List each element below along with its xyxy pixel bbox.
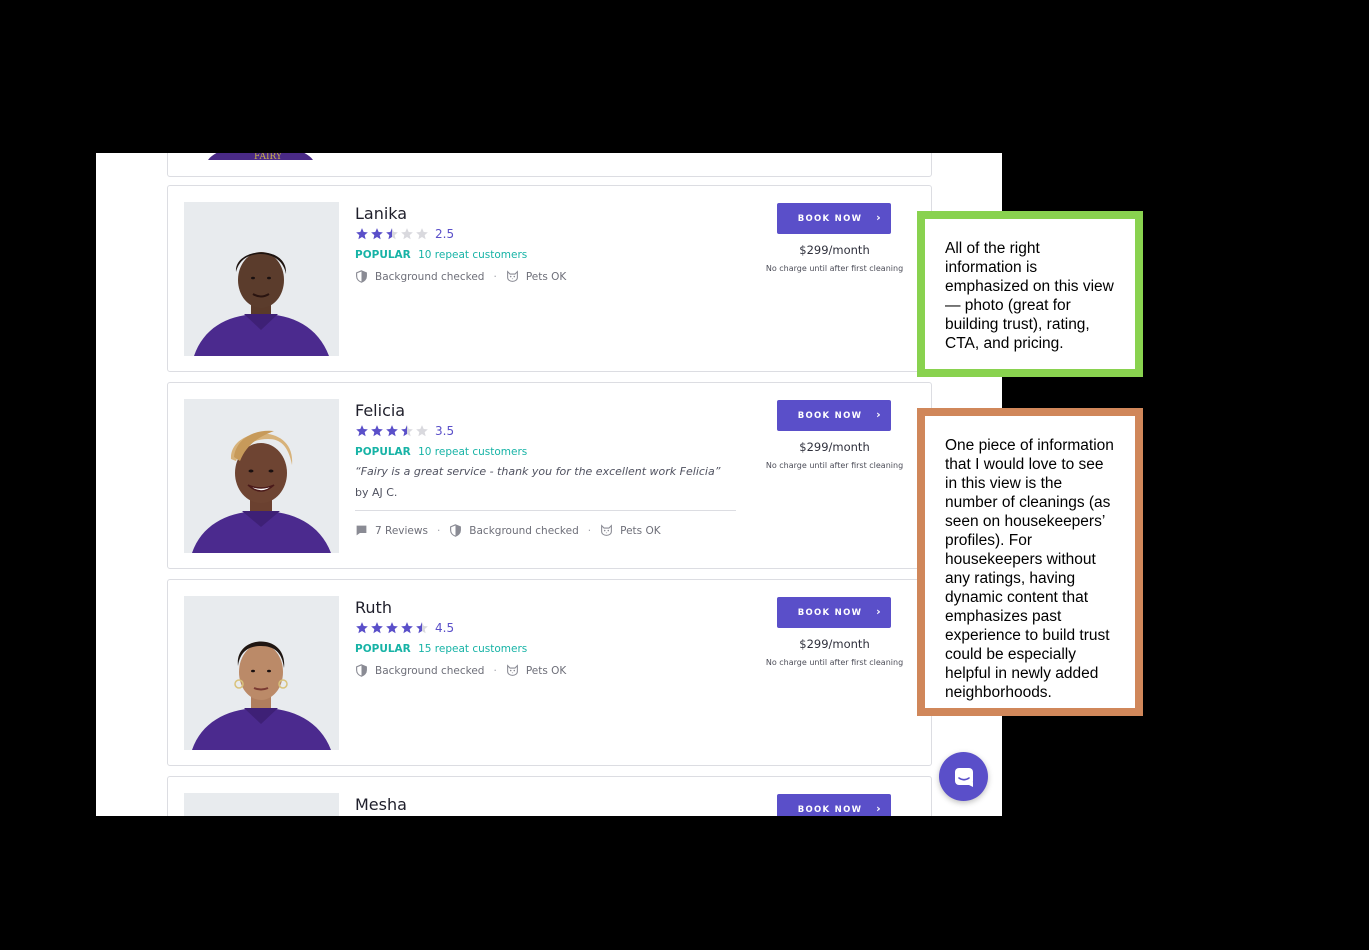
rating: 4.5 bbox=[355, 620, 454, 636]
star-icon bbox=[415, 424, 429, 438]
book-now-button[interactable]: BOOK NOW › bbox=[777, 794, 891, 816]
star-icon bbox=[370, 227, 384, 241]
housekeeper-card[interactable]: Lanika 2.5 POPULAR 10 repeat customers B… bbox=[167, 185, 932, 372]
star-icon bbox=[355, 227, 369, 241]
housekeeper-card[interactable]: Mesha BOOK NOW › bbox=[167, 776, 932, 816]
star-icon bbox=[415, 227, 429, 241]
book-now-button[interactable]: BOOK NOW › bbox=[777, 597, 891, 628]
star-icon bbox=[415, 621, 429, 635]
book-now-label: BOOK NOW bbox=[797, 213, 863, 224]
cat-icon bbox=[600, 524, 613, 537]
popular-badge: POPULAR bbox=[355, 249, 411, 261]
chat-icon bbox=[954, 767, 973, 787]
separator: · bbox=[436, 524, 441, 537]
badges: Background checked · Pets OK bbox=[355, 270, 566, 283]
book-now-button[interactable]: BOOK NOW › bbox=[777, 400, 891, 431]
price: $299/month bbox=[799, 637, 870, 651]
housekeeper-photo bbox=[184, 793, 339, 816]
review-author: by AJ C. bbox=[355, 486, 398, 499]
shield-icon bbox=[355, 664, 368, 677]
rating: 3.5 bbox=[355, 423, 454, 439]
chevron-right-icon: › bbox=[876, 211, 882, 224]
pets-ok: Pets OK bbox=[525, 270, 567, 283]
star-icon bbox=[400, 424, 414, 438]
review-text: “Fairy is a great service - thank you fo… bbox=[355, 465, 721, 478]
housekeeper-photo bbox=[184, 202, 339, 356]
background-checked: Background checked bbox=[375, 664, 485, 677]
housekeeper-card[interactable]: Ruth 4.5 POPULAR 15 repeat customers Bac… bbox=[167, 579, 932, 766]
repeat-customers: 10 repeat customers bbox=[418, 446, 528, 458]
rating-value: 4.5 bbox=[435, 621, 455, 635]
rating: 2.5 bbox=[355, 226, 454, 242]
star-icon bbox=[400, 227, 414, 241]
reviews-link[interactable]: 7 Reviews bbox=[375, 525, 428, 537]
pets-ok: Pets OK bbox=[525, 664, 567, 677]
housekeeper-name[interactable]: Mesha bbox=[355, 795, 407, 814]
housekeeper-photo bbox=[184, 596, 339, 750]
star-icon bbox=[370, 424, 384, 438]
background-checked: Background checked bbox=[469, 524, 579, 537]
separator: · bbox=[493, 270, 497, 283]
book-now-label: BOOK NOW bbox=[797, 804, 863, 815]
separator: · bbox=[493, 664, 497, 677]
chevron-right-icon: › bbox=[876, 802, 882, 815]
price: $299/month bbox=[799, 243, 870, 257]
popular-line: POPULAR 10 repeat customers bbox=[355, 446, 527, 458]
star-icon bbox=[400, 621, 414, 635]
cat-icon bbox=[506, 664, 519, 677]
annotation-note-suggestion: One piece of information that I would lo… bbox=[917, 408, 1143, 716]
star-icon bbox=[385, 621, 399, 635]
badges: Background checked · Pets OK bbox=[355, 664, 566, 677]
annotation-note-positive: All of the right information is emphasiz… bbox=[917, 211, 1143, 377]
housekeeper-name[interactable]: Ruth bbox=[355, 598, 392, 617]
no-charge-note: No charge until after first cleaning bbox=[765, 264, 904, 273]
rating-value: 2.5 bbox=[435, 227, 455, 241]
popular-line: POPULAR 15 repeat customers bbox=[355, 643, 527, 655]
divider bbox=[355, 510, 736, 511]
book-now-label: BOOK NOW bbox=[797, 410, 863, 421]
shield-icon bbox=[355, 270, 368, 283]
popular-line: POPULAR 10 repeat customers bbox=[355, 249, 527, 261]
svg-text:FAIRY: FAIRY bbox=[254, 153, 283, 160]
listing-screen: FAIRY Lanika 2.5 POPULAR 10 repeat custo… bbox=[96, 153, 1002, 816]
annotation-text: One piece of information that I would lo… bbox=[945, 437, 1114, 701]
chevron-right-icon: › bbox=[876, 408, 882, 421]
chat-launcher-button[interactable] bbox=[939, 752, 988, 801]
housekeeper-card[interactable]: Felicia 3.5 POPULAR 10 repeat customers … bbox=[167, 382, 932, 569]
photo-partial: FAIRY bbox=[188, 153, 333, 160]
annotation-text: All of the right information is emphasiz… bbox=[945, 240, 1114, 352]
housekeeper-name[interactable]: Felicia bbox=[355, 401, 405, 420]
badges: 7 Reviews · Background checked · Pets OK bbox=[355, 524, 661, 537]
rating-value: 3.5 bbox=[435, 424, 455, 438]
no-charge-note: No charge until after first cleaning bbox=[765, 658, 904, 667]
star-icon bbox=[355, 621, 369, 635]
repeat-customers: 10 repeat customers bbox=[418, 249, 528, 261]
star-icon bbox=[355, 424, 369, 438]
housekeeper-name[interactable]: Lanika bbox=[355, 204, 407, 223]
popular-badge: POPULAR bbox=[355, 643, 411, 655]
popular-badge: POPULAR bbox=[355, 446, 411, 458]
listing-card-partial: FAIRY bbox=[167, 153, 932, 177]
price: $299/month bbox=[799, 440, 870, 454]
background-checked: Background checked bbox=[375, 270, 485, 283]
star-icon bbox=[370, 621, 384, 635]
book-now-label: BOOK NOW bbox=[797, 607, 863, 618]
housekeeper-photo bbox=[184, 399, 339, 553]
comment-icon bbox=[355, 524, 368, 537]
repeat-customers: 15 repeat customers bbox=[418, 643, 528, 655]
chevron-right-icon: › bbox=[876, 605, 882, 618]
star-icon bbox=[385, 424, 399, 438]
star-icon bbox=[385, 227, 399, 241]
pets-ok: Pets OK bbox=[620, 524, 661, 537]
review-quote: “Fairy is a great service - thank you fo… bbox=[355, 461, 735, 503]
book-now-button[interactable]: BOOK NOW › bbox=[777, 203, 891, 234]
no-charge-note: No charge until after first cleaning bbox=[765, 461, 904, 470]
separator: · bbox=[587, 524, 592, 537]
shield-icon bbox=[449, 524, 462, 537]
cat-icon bbox=[506, 270, 519, 283]
